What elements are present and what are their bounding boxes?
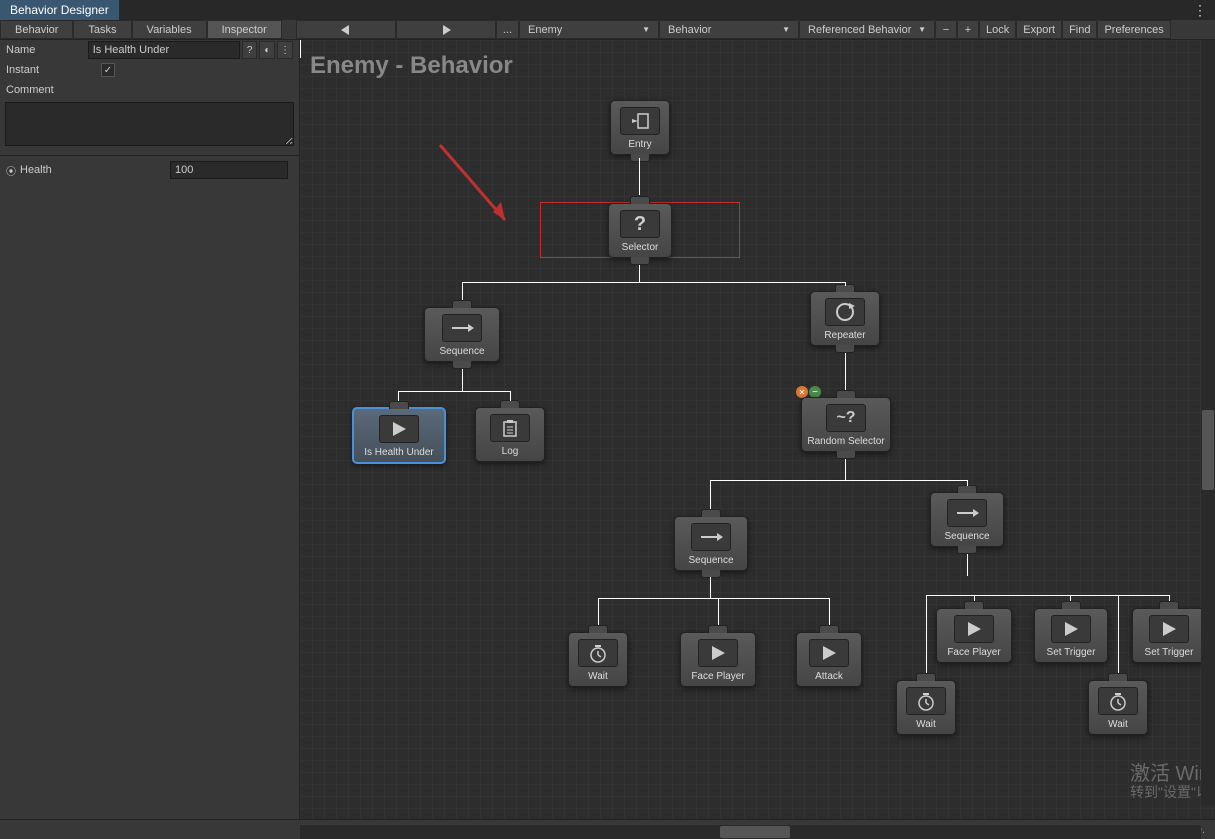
node-is-health-under[interactable]: Is Health Under <box>352 407 446 464</box>
export-button[interactable]: Export <box>1016 20 1062 39</box>
menu-icon[interactable]: ⋮ <box>1185 2 1215 19</box>
repeat-icon <box>834 301 856 323</box>
more-icon[interactable]: ⋮ <box>277 41 293 59</box>
entry-icon <box>630 112 650 130</box>
comment-label: Comment <box>6 84 101 96</box>
tab-variables[interactable]: Variables <box>132 20 207 39</box>
tab-inspector[interactable]: Inspector <box>207 20 282 39</box>
name-input[interactable] <box>88 41 240 59</box>
find-button[interactable]: Find <box>1062 20 1097 39</box>
search-icon: ⦿ <box>6 163 16 178</box>
arrow-right-icon <box>450 322 474 334</box>
instant-checkbox[interactable]: ✓ <box>101 63 115 77</box>
node-sequence-left[interactable]: Sequence <box>424 307 500 362</box>
health-input[interactable] <box>170 161 288 179</box>
node-attack[interactable]: Attack <box>796 632 862 687</box>
watermark: 激活 Win 转到"设置"以 <box>1130 765 1210 801</box>
annotation-arrow <box>435 140 515 230</box>
question-icon: ? <box>634 213 646 236</box>
ellipsis-button[interactable]: ... <box>496 20 519 39</box>
lock-button[interactable]: Lock <box>979 20 1016 39</box>
chevron-down-icon: ▼ <box>918 25 926 34</box>
node-log[interactable]: Log <box>475 407 545 462</box>
node-sequence-mid[interactable]: Sequence <box>674 516 748 571</box>
clipboard-icon <box>501 418 519 438</box>
play-icon <box>1062 620 1080 638</box>
chevron-down-icon: ▼ <box>782 25 790 34</box>
refbehavior-dropdown[interactable]: Referenced Behavior▼ <box>799 20 935 39</box>
behavior-dropdown[interactable]: Behavior▼ <box>659 20 799 39</box>
chevron-down-icon: ▼ <box>642 25 650 34</box>
scrollbar-thumb[interactable] <box>1202 410 1214 490</box>
nav-next-button[interactable] <box>396 20 496 39</box>
target-icon[interactable]: ◐ <box>259 41 275 59</box>
node-face-player-2[interactable]: Face Player <box>936 608 1012 663</box>
toolbar: Behavior Tasks Variables Inspector ... E… <box>0 20 1215 40</box>
node-entry[interactable]: Entry <box>610 100 670 155</box>
node-wait-3[interactable]: Wait <box>1088 680 1148 735</box>
node-wait-1[interactable]: Wait <box>568 632 628 687</box>
tab-tasks[interactable]: Tasks <box>73 20 131 39</box>
node-wait-2[interactable]: Wait <box>896 680 956 735</box>
titlebar: Behavior Designer ⋮ <box>0 0 1215 20</box>
clock-icon <box>916 691 936 711</box>
inspector-panel: Name ? ◐ ⋮ Instant ✓ Comment ⦿ Health <box>0 40 300 819</box>
tab-behavior[interactable]: Behavior <box>0 20 73 39</box>
arrow-right-icon <box>955 507 979 519</box>
health-label: Health <box>20 164 170 176</box>
node-repeater[interactable]: Repeater <box>810 291 880 346</box>
play-icon <box>965 620 983 638</box>
nav-prev-button[interactable] <box>296 20 396 39</box>
node-set-trigger-1[interactable]: Set Trigger <box>1034 608 1108 663</box>
triangle-right-icon <box>441 25 451 35</box>
node-random-selector[interactable]: ~? Random Selector <box>801 397 891 452</box>
preferences-button[interactable]: Preferences <box>1097 20 1170 39</box>
behavior-canvas[interactable]: Enemy - Behavior Entry ? Selector Sequen… <box>300 40 1215 819</box>
scrollbar-thumb[interactable] <box>720 826 790 838</box>
node-face-player-1[interactable]: Face Player <box>680 632 756 687</box>
clock-icon <box>588 643 608 663</box>
horizontal-scrollbar[interactable] <box>300 825 1201 839</box>
minus-button[interactable]: − <box>935 20 957 39</box>
vertical-scrollbar[interactable] <box>1201 40 1215 805</box>
clock-icon <box>1108 691 1128 711</box>
play-icon <box>709 644 727 662</box>
random-icon: ~? <box>836 409 855 427</box>
help-icon[interactable]: ? <box>242 41 258 59</box>
enemy-dropdown[interactable]: Enemy▼ <box>519 20 659 39</box>
name-label: Name <box>6 44 88 56</box>
node-sequence-right[interactable]: Sequence <box>930 492 1004 547</box>
plus-button[interactable]: + <box>957 20 979 39</box>
triangle-left-icon <box>341 25 351 35</box>
canvas-title: Enemy - Behavior <box>310 52 513 80</box>
play-icon <box>390 420 408 438</box>
arrow-right-icon <box>699 531 723 543</box>
node-set-trigger-2[interactable]: Set Trigger <box>1132 608 1206 663</box>
comment-input[interactable] <box>5 102 294 146</box>
instant-label: Instant <box>6 64 101 76</box>
window-tab[interactable]: Behavior Designer <box>0 0 119 20</box>
play-icon <box>820 644 838 662</box>
play-icon <box>1160 620 1178 638</box>
node-selector[interactable]: ? Selector <box>608 203 672 258</box>
